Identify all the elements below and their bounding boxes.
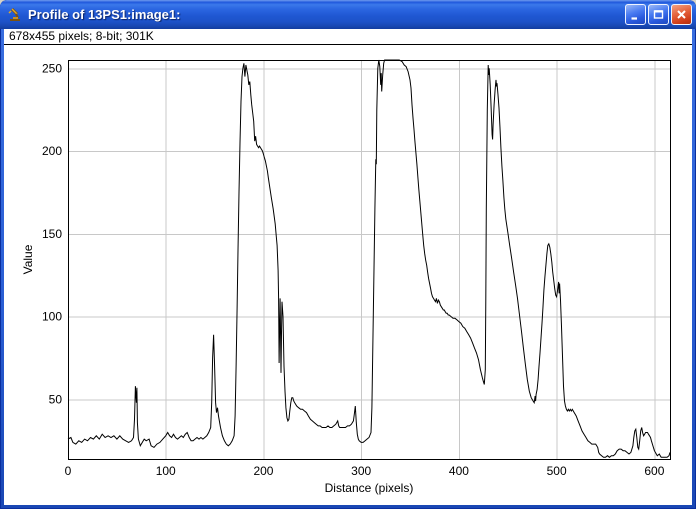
- imagej-microscope-icon: [7, 7, 23, 23]
- x-tick-label: 600: [644, 464, 664, 478]
- x-tick-label: 0: [65, 464, 72, 478]
- x-tick-label: 400: [449, 464, 469, 478]
- image-info-text: 678x455 pixels; 8-bit; 301K: [9, 29, 154, 43]
- plot-canvas[interactable]: 0 100 200 300 400 500 600 50 100 150 200 250 Distanc…: [4, 45, 692, 505]
- x-axis-label: Distance (pixels): [325, 481, 414, 495]
- minimize-icon: [629, 8, 642, 21]
- maximize-icon: [652, 8, 665, 21]
- minimize-button[interactable]: [625, 4, 646, 25]
- image-info-bar: 678x455 pixels; 8-bit; 301K: [4, 29, 692, 45]
- window-client-area: 678x455 pixels; 8-bit; 301K 0 100 200 300 40…: [4, 29, 692, 505]
- maximize-button[interactable]: [648, 4, 669, 25]
- y-tick-label: 200: [42, 144, 62, 158]
- x-tick-label: 500: [547, 464, 567, 478]
- profile-plot-window: Profile of 13PS1:image1: 678x455: [0, 0, 696, 509]
- close-icon: [675, 8, 688, 21]
- profile-line: [68, 60, 670, 457]
- window-controls: [625, 4, 692, 25]
- close-button[interactable]: [671, 4, 692, 25]
- x-tick-label: 100: [156, 464, 176, 478]
- profile-plot: 0 100 200 300 400 500 600 50 100 150 200 250 Distanc…: [4, 45, 692, 505]
- y-tick-label: 150: [42, 227, 62, 241]
- y-tick-label: 100: [42, 310, 62, 324]
- window-title: Profile of 13PS1:image1:: [28, 7, 625, 22]
- x-tick-label: 300: [351, 464, 371, 478]
- title-bar[interactable]: Profile of 13PS1:image1:: [0, 0, 696, 29]
- y-tick-label: 50: [49, 392, 63, 406]
- y-tick-label: 250: [42, 61, 62, 75]
- y-axis-label: Value: [21, 244, 35, 274]
- x-tick-label: 200: [253, 464, 273, 478]
